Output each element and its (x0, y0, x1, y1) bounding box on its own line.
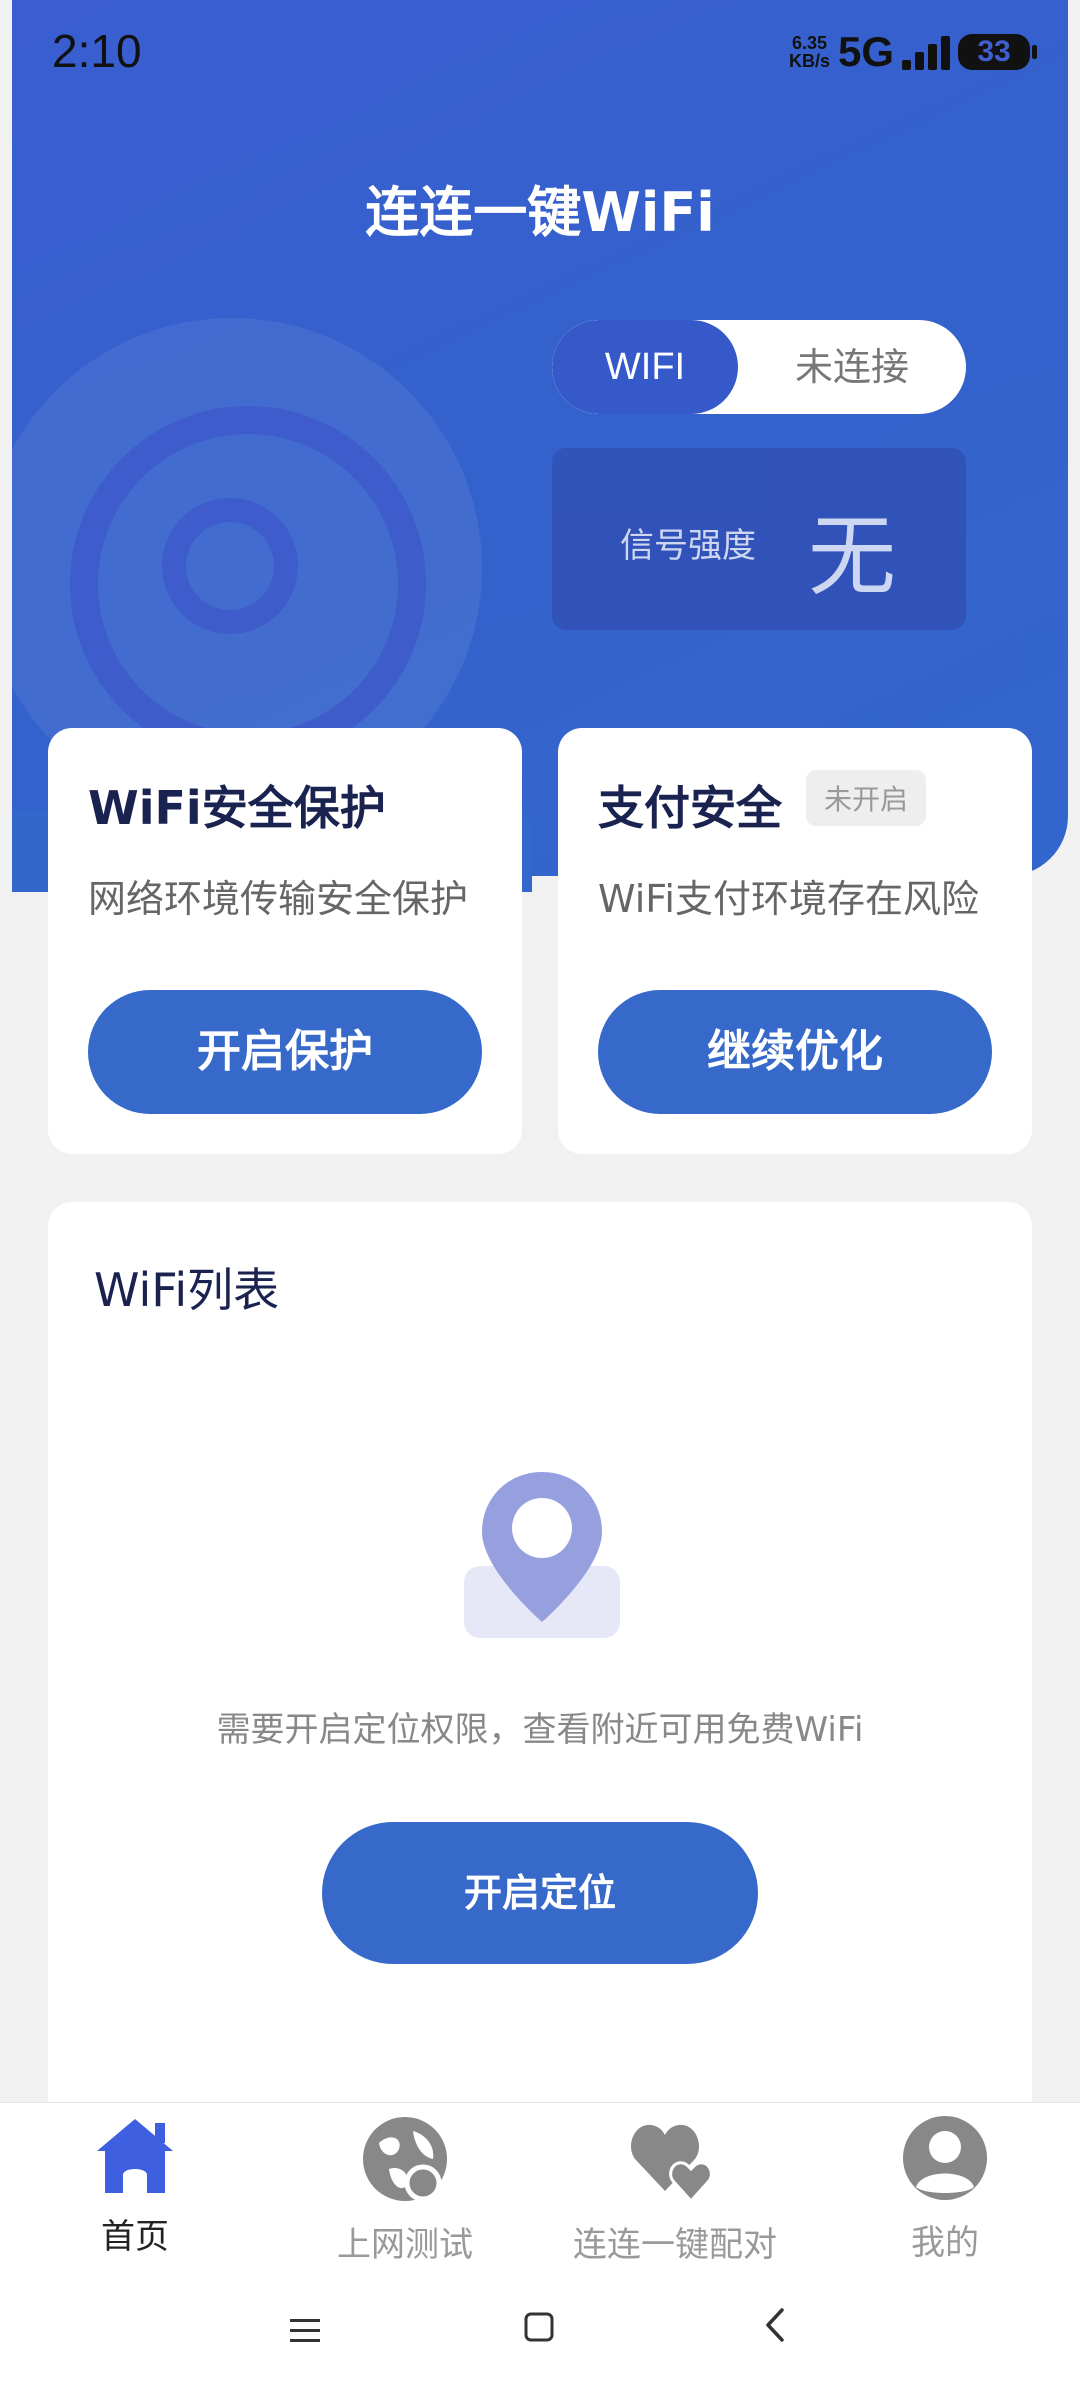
system-home-button[interactable] (522, 2308, 556, 2354)
battery-level: 33 (977, 35, 1011, 68)
signal-strength-panel: 信号强度 无 (552, 448, 966, 630)
continue-optimize-button[interactable]: 继续优化 (598, 990, 992, 1114)
wifi-list-title: WiFi列表 (94, 1263, 280, 1317)
network-type: 5G (837, 28, 894, 75)
radar-ring-inner (162, 498, 298, 634)
location-pin-icon (464, 1472, 620, 1638)
wifi-status-toggle[interactable]: WIFI 未连接 (552, 320, 966, 414)
network-speed: 6.35 KB/s (789, 34, 830, 70)
nav-item-pairing[interactable]: 连连一键配对 (540, 2113, 810, 2266)
nav-item-home[interactable]: 首页 (0, 2113, 270, 2258)
toggle-status-label[interactable]: 未连接 (738, 320, 966, 414)
nav-label-network-test: 上网测试 (337, 2225, 473, 2265)
back-chevron-icon (766, 2308, 784, 2342)
payment-security-desc: WiFi支付环境存在风险 (598, 877, 979, 921)
wifi-protection-title: WiFi安全保护 (88, 781, 386, 835)
wifi-protection-card: WiFi安全保护 网络环境传输安全保护 开启保护 (48, 728, 522, 1154)
speed-unit: KB/s (788, 51, 830, 71)
wifi-protection-desc: 网络环境传输安全保护 (88, 877, 469, 921)
status-icons: 6.35 KB/s 5G 33 (789, 28, 1037, 76)
system-back-button[interactable] (760, 2306, 790, 2354)
user-icon (903, 2116, 987, 2200)
payment-status-badge: 未开启 (806, 770, 927, 826)
payment-security-title: 支付安全 (598, 781, 782, 835)
globe-icon (363, 2117, 447, 2202)
square-home-icon (524, 2312, 554, 2342)
speed-value: 6.35 (791, 33, 827, 53)
app-title: 连连一键WiFi (365, 181, 715, 244)
location-permission-message: 需要开启定位权限，查看附近可用免费WiFi (216, 1710, 864, 1750)
signal-strength-label: 信号强度 (620, 526, 756, 566)
menu-icon (290, 2319, 320, 2342)
toggle-wifi-label[interactable]: WIFI (552, 320, 738, 414)
nav-item-network-test[interactable]: 上网测试 (270, 2113, 540, 2266)
nav-item-mine[interactable]: 我的 (810, 2113, 1080, 2264)
system-menu-button[interactable] (288, 2310, 322, 2356)
hearts-icon (630, 2124, 713, 2204)
nav-label-home: 首页 (101, 2217, 169, 2257)
wifi-list-card: WiFi列表 需要开启定位权限，查看附近可用免费WiFi 开启定位 (48, 1202, 1032, 2122)
signal-bars-icon (902, 34, 950, 70)
enable-location-button[interactable]: 开启定位 (322, 1822, 758, 1964)
signal-strength-value: 无 (808, 505, 897, 608)
payment-security-card: 支付安全 未开启 WiFi支付环境存在风险 继续优化 (558, 728, 1032, 1154)
nav-label-mine: 我的 (911, 2223, 979, 2263)
enable-protection-button[interactable]: 开启保护 (88, 990, 482, 1114)
battery-icon: 33 (958, 34, 1037, 70)
status-time: 2:10 (52, 25, 142, 77)
nav-label-pairing: 连连一键配对 (573, 2225, 777, 2265)
home-icon (97, 2119, 173, 2193)
status-bar: 2:10 6.35 KB/s 5G 33 (0, 0, 1080, 110)
bottom-navigation: 首页 上网测试 连连一键配对 我的 (0, 2102, 1080, 2401)
